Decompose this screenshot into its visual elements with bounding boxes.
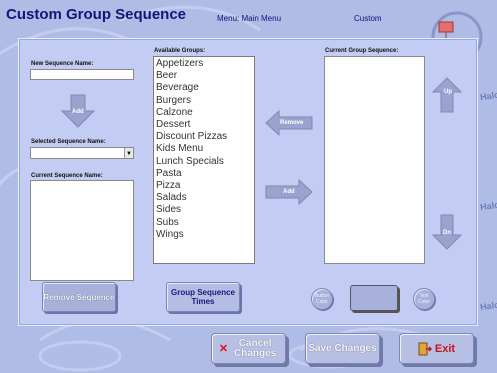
add-group-label: Add	[283, 189, 295, 195]
exit-label: Exit	[434, 342, 456, 355]
available-groups-label: Available Groups:	[154, 48, 206, 54]
list-item[interactable]: Pizza	[156, 180, 252, 192]
available-groups-list[interactable]: Appetizers Beer Beverage Burgers Calzone Dess…	[153, 56, 255, 264]
list-item[interactable]: Appetizers	[156, 58, 252, 70]
page-title: Custom Group Sequence	[6, 6, 187, 23]
remove-sequence-button[interactable]: Remove Sequence	[42, 282, 116, 312]
current-sequence-box[interactable]	[30, 180, 134, 281]
color-preview-button[interactable]	[350, 285, 398, 311]
current-group-sequence-label: Current Group Sequence:	[325, 48, 399, 54]
save-changes-label: Save Changes	[308, 343, 377, 354]
chevron-down-icon[interactable]: ▼	[124, 148, 133, 158]
button-color-button[interactable]: Button Color	[311, 288, 333, 310]
move-up-label: Up	[444, 89, 452, 95]
list-item[interactable]: Beer	[156, 70, 252, 82]
group-sequence-times-button[interactable]: Group Sequence Times	[166, 282, 240, 312]
selected-sequence-dropdown[interactable]: ▼	[30, 147, 134, 159]
exit-button[interactable]: Exit	[399, 333, 474, 364]
text-color-button[interactable]: Text Color	[413, 288, 435, 310]
new-sequence-label: New Sequence Name:	[31, 61, 94, 67]
list-item[interactable]: Subs	[156, 217, 252, 229]
save-changes-button[interactable]: Save Changes	[305, 333, 380, 364]
new-sequence-input[interactable]	[30, 69, 134, 80]
list-item[interactable]: Burgers	[156, 95, 252, 107]
current-group-sequence-list[interactable]	[324, 56, 425, 264]
move-down-label: Dn	[443, 230, 451, 236]
main-panel: New Sequence Name: Add Selected Sequence…	[18, 38, 478, 326]
exit-door-icon	[418, 342, 432, 355]
custom-indicator: Custom	[354, 14, 382, 23]
selected-sequence-label: Selected Sequence Name:	[31, 139, 106, 145]
list-item[interactable]: Beverage	[156, 82, 252, 94]
list-item[interactable]: Kids Menu	[156, 143, 252, 155]
list-item[interactable]: Sides	[156, 204, 252, 216]
watermark-text: Halcnol	[479, 87, 497, 103]
list-item[interactable]: Pasta	[156, 168, 252, 180]
list-item[interactable]: Lunch Specials	[156, 156, 252, 168]
menu-indicator: Menu: Main Menu	[217, 14, 282, 23]
move-up-arrow-button[interactable]	[432, 77, 462, 113]
remove-group-label: Remove	[280, 120, 304, 126]
cancel-changes-button[interactable]: ✕ Cancel Changes	[211, 333, 286, 364]
current-sequence-label: Current Sequence Name:	[31, 173, 103, 179]
list-item[interactable]: Discount Pizzas	[156, 131, 252, 143]
list-item[interactable]: Salads	[156, 192, 252, 204]
cancel-changes-label: Cancel Changes	[233, 337, 277, 359]
list-item[interactable]: Wings	[156, 229, 252, 241]
watermark-text: Halcnol	[479, 297, 497, 313]
add-sequence-label: Add	[72, 109, 84, 115]
list-item[interactable]: Calzone	[156, 107, 252, 119]
list-item[interactable]: Dessert	[156, 119, 252, 131]
cancel-x-icon: ✕	[218, 343, 229, 355]
watermark-text: Halcnol	[479, 197, 497, 213]
